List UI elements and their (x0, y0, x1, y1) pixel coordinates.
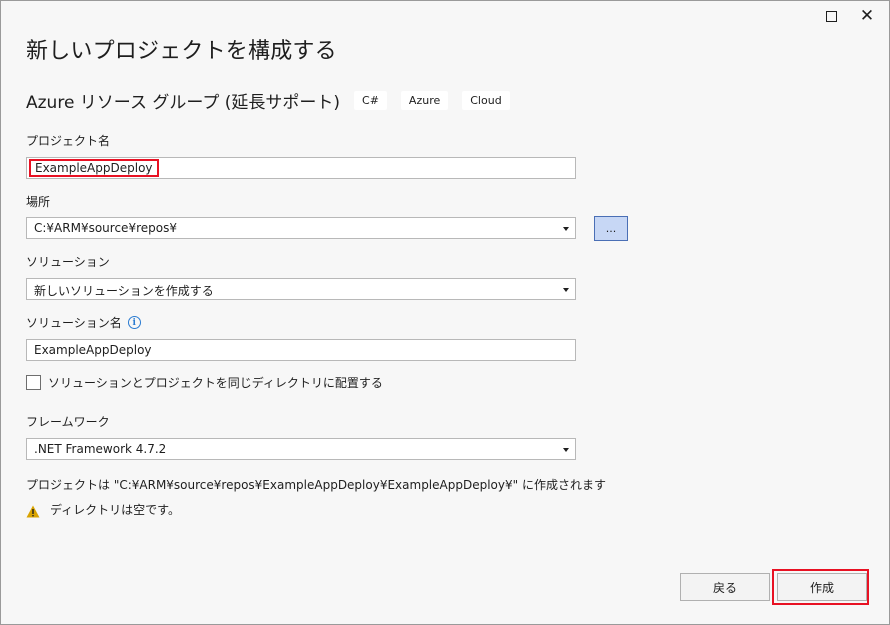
solution-name-label-row: ソリューション名 i (26, 314, 141, 331)
solution-name-value: ExampleAppDeploy (34, 343, 152, 357)
browse-label: ... (605, 222, 617, 235)
solution-name-input[interactable]: ExampleAppDeploy (26, 339, 576, 361)
location-value: C:¥ARM¥source¥repos¥ (34, 221, 177, 235)
same-directory-label: ソリューションとプロジェクトを同じディレクトリに配置する (48, 376, 383, 390)
page-title: 新しいプロジェクトを構成する (26, 39, 337, 64)
project-path-note: プロジェクトは "C:¥ARM¥source¥repos¥ExampleAppD… (26, 478, 606, 492)
template-header: Azure リソース グループ (延長サポート) C# Azure Cloud (26, 88, 510, 113)
project-name-highlight: ExampleAppDeploy (29, 159, 159, 177)
tag-csharp: C# (354, 91, 387, 110)
warning-row: ディレクトリは空です。 (26, 501, 180, 518)
framework-value: .NET Framework 4.7.2 (34, 442, 167, 456)
create-button-label: 作成 (809, 580, 834, 595)
chevron-down-icon (563, 288, 569, 292)
tag-azure: Azure (400, 91, 449, 110)
location-label: 場所 (26, 195, 51, 209)
dialog-window: ✕ 新しいプロジェクトを構成する Azure リソース グループ (延長サポート… (0, 0, 890, 625)
browse-button[interactable]: ... (594, 216, 628, 241)
same-directory-option[interactable]: ソリューションとプロジェクトを同じディレクトリに配置する (26, 374, 383, 391)
location-combo[interactable]: C:¥ARM¥source¥repos¥ (26, 217, 576, 239)
close-icon: ✕ (859, 6, 875, 26)
close-button[interactable]: ✕ (848, 3, 886, 29)
maximize-button[interactable] (814, 3, 848, 29)
project-name-input[interactable]: ExampleAppDeploy (26, 157, 576, 179)
create-button[interactable]: 作成 (777, 573, 867, 601)
framework-combo[interactable]: .NET Framework 4.7.2 (26, 438, 576, 460)
chevron-down-icon (563, 448, 569, 452)
same-directory-checkbox[interactable] (26, 375, 41, 390)
warning-icon (26, 503, 40, 518)
framework-label: フレームワーク (26, 415, 110, 429)
solution-value: 新しいソリューションを作成する (34, 284, 214, 298)
maximize-icon (825, 10, 837, 22)
info-icon[interactable]: i (127, 316, 141, 329)
solution-name-label: ソリューション名 (26, 316, 122, 330)
template-name: Azure リソース グループ (延長サポート) (26, 93, 341, 113)
solution-combo[interactable]: 新しいソリューションを作成する (26, 278, 576, 300)
back-button[interactable]: 戻る (680, 573, 770, 601)
tag-cloud: Cloud (462, 91, 510, 110)
solution-label: ソリューション (26, 255, 110, 269)
warning-text: ディレクトリは空です。 (50, 503, 180, 517)
back-button-label: 戻る (712, 580, 737, 595)
chevron-down-icon (563, 227, 569, 231)
project-name-label: プロジェクト名 (26, 134, 111, 148)
